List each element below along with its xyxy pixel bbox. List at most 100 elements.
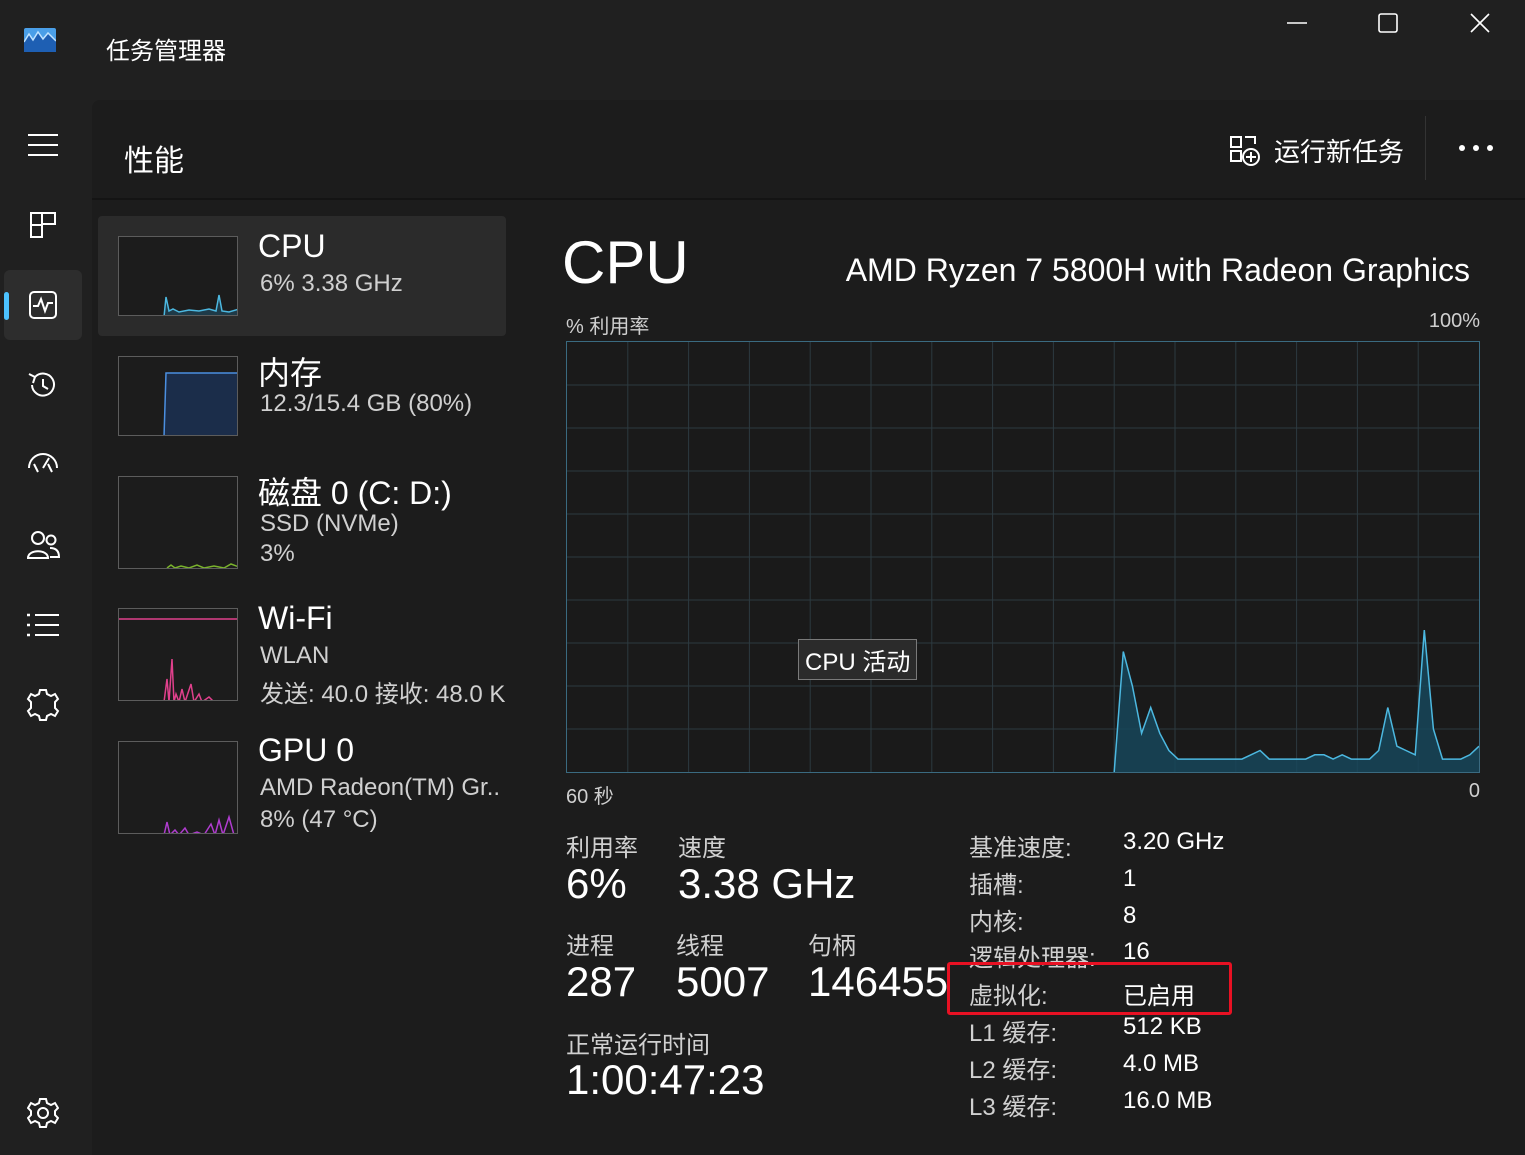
main-panel: 性能 运行新任务 CPU 6% 3.38 GHz 内存 12.3/15.4 GB… [92,100,1525,1155]
handles-label: 句柄 [808,933,856,960]
info-value-sockets: 1 [1123,865,1137,892]
device-stat: 6% 3.38 GHz [260,270,403,297]
info-key-cores: 内核: [969,909,1024,936]
minimize-button[interactable] [1251,0,1343,46]
close-button[interactable] [1434,0,1525,46]
memory-mini-graph [163,372,237,435]
maximize-icon [1378,13,1398,33]
graph-x-left: 60 秒 [566,786,614,808]
startup-icon [28,453,58,473]
cpu-mini-graph [163,294,237,315]
device-name: Wi-Fi [258,600,333,636]
cpu-graph-canvas [567,342,1480,773]
threads-label: 线程 [676,933,724,960]
history-icon [28,372,55,397]
hamburger-icon [28,134,58,156]
info-value-l2-cache: 4.0 MB [1123,1050,1200,1077]
users-icon [26,531,60,559]
services-icon [26,689,60,721]
app-title: 任务管理器 [106,38,226,65]
processes-label: 进程 [566,933,614,960]
speed-label: 速度 [678,835,726,862]
device-name: 磁盘 0 (C: D:) [258,475,452,511]
graph-tooltip: CPU 活动 [798,639,918,680]
device-name: CPU [258,228,326,264]
info-value-cores: 8 [1123,902,1137,929]
minimize-icon [1287,22,1307,24]
run-task-label: 运行新任务 [1274,136,1405,167]
info-key-l2-cache: L2 缓存: [969,1057,1058,1084]
info-value-l1-cache: 512 KB [1123,1013,1202,1040]
nav-item-details[interactable] [4,590,82,660]
cpu-model: AMD Ryzen 7 5800H with Radeon Graphics [845,252,1470,288]
processes-value: 287 [566,958,637,1005]
nav-rail [0,100,92,1155]
info-key-base-speed: 基准速度: [969,835,1072,862]
wifi-thumbnail [118,608,238,701]
active-indicator [4,292,9,320]
run-task-icon [1230,136,1260,166]
speed-value: 3.38 GHz [678,860,856,907]
details-icon [27,613,59,637]
nav-item-settings[interactable] [4,1078,82,1148]
device-stat: WLAN [260,642,330,669]
handles-value: 146455 [808,958,949,1005]
cpu-utilization-graph [566,341,1480,773]
device-stat: AMD Radeon(TM) Gr.. [260,774,501,801]
gpu-thumbnail [118,741,238,834]
device-name: GPU 0 [258,732,355,768]
close-icon [1470,13,1490,33]
device-stat: SSD (NVMe) [260,510,399,537]
performance-icon [29,291,57,319]
title-bar: 任务管理器 [0,0,1525,100]
device-stat-2: 3% [260,540,295,567]
nav-item-app-history[interactable] [4,350,82,420]
header-divider [1425,116,1426,180]
info-key-l3-cache: L3 缓存: [969,1094,1058,1121]
uptime-value: 1:00:47:23 [566,1056,765,1103]
page-title: 性能 [124,145,184,178]
run-new-task-button[interactable]: 运行新任务 [1228,130,1404,170]
graph-x-right: 0 [1468,780,1480,802]
more-options-button[interactable] [1456,134,1496,162]
page-header: 性能 运行新任务 [92,100,1525,200]
device-item-gpu[interactable]: GPU 0 AMD Radeon(TM) Gr.. 8% (47 °C) [98,720,506,850]
device-item-disk[interactable]: 磁盘 0 (C: D:) SSD (NVMe) 3% [98,456,506,586]
device-item-wifi[interactable]: Wi-Fi WLAN 发送: 40.0 接收: 48.0 K [98,588,506,718]
device-stat-2: 8% (47 °C) [260,806,378,833]
nav-item-performance[interactable] [4,270,82,340]
device-item-cpu[interactable]: CPU 6% 3.38 GHz [98,216,506,336]
graph-y-max: 100% [1428,310,1480,332]
threads-value: 5007 [676,958,770,1005]
info-value-l3-cache: 16.0 MB [1123,1087,1213,1114]
utilization-value: 6% [566,860,627,907]
more-icon [1459,145,1493,151]
nav-item-services[interactable] [4,670,82,740]
device-stat: 12.3/15.4 GB (80%) [260,390,473,417]
detail-title: CPU [562,229,689,296]
info-value-base-speed: 3.20 GHz [1123,828,1225,855]
utilization-label: 利用率 [566,835,638,862]
settings-icon [27,1098,59,1128]
disk-mini-graph [166,563,237,568]
gpu-mini-graph [163,814,235,833]
info-key-l1-cache: L1 缓存: [969,1020,1058,1047]
nav-item-users[interactable] [4,510,82,580]
cpu-thumbnail [118,236,238,316]
device-stat-2: 发送: 40.0 接收: 48.0 K [260,681,506,708]
maximize-button[interactable] [1342,0,1434,46]
info-key-sockets: 插槽: [969,872,1024,899]
nav-item-startup[interactable] [4,430,82,500]
wifi-mini-graph [119,618,237,700]
memory-thumbnail [118,356,238,436]
virtualization-highlight-box [947,962,1232,1015]
graph-y-label: % 利用率 [566,316,650,338]
device-name: 内存 [258,355,323,391]
nav-item-processes[interactable] [4,190,82,260]
disk-thumbnail [118,476,238,569]
nav-menu-button[interactable] [4,110,82,180]
uptime-label: 正常运行时间 [566,1032,710,1059]
device-item-memory[interactable]: 内存 12.3/15.4 GB (80%) [98,336,506,456]
processes-icon [30,212,56,238]
task-manager-logo-icon [24,28,56,52]
